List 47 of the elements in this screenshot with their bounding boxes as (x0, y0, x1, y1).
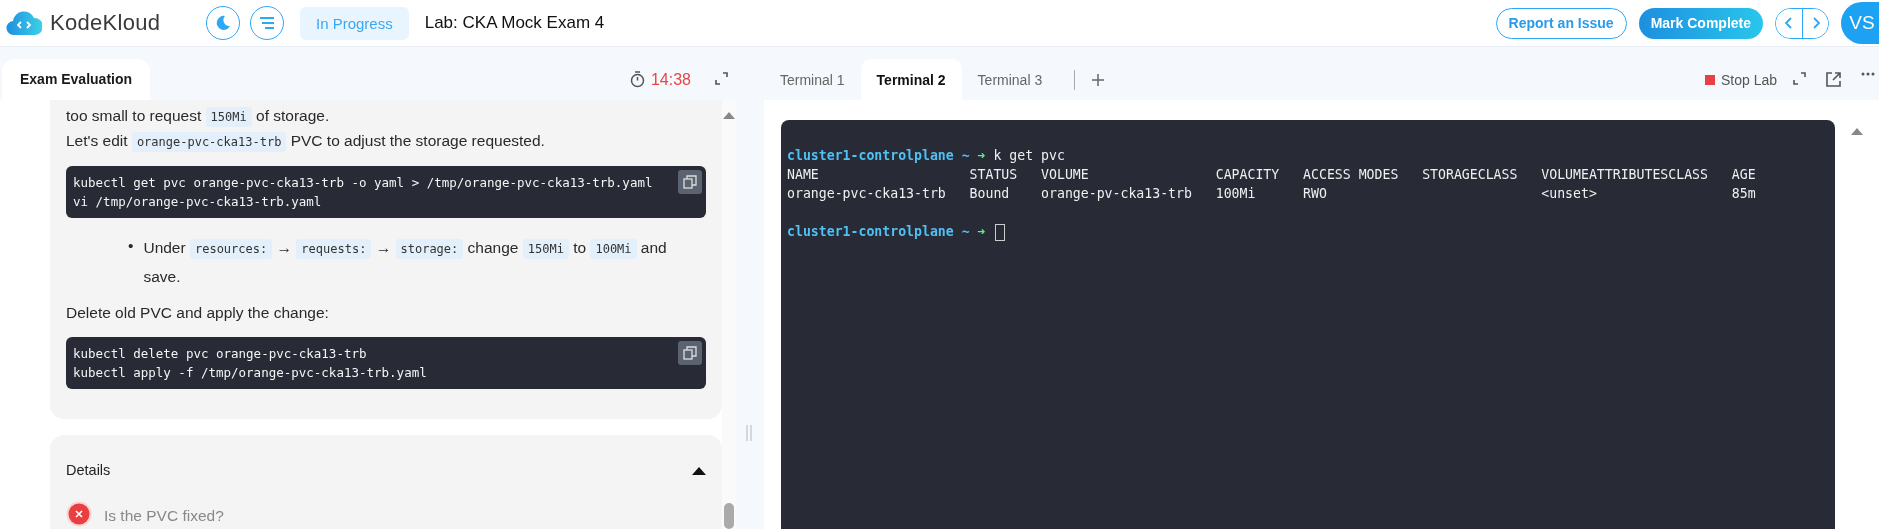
report-issue-button[interactable]: Report an Issue (1495, 7, 1627, 39)
countdown-timer: 14:38 (650, 70, 691, 89)
dark-mode-button[interactable] (206, 6, 240, 40)
menu-button[interactable] (250, 6, 284, 40)
next-button[interactable] (1802, 8, 1828, 38)
moon-icon (214, 14, 232, 32)
details-heading: Details (66, 462, 111, 478)
instruction-text: Delete old PVC and apply the change: (66, 303, 330, 323)
expand-icon[interactable] (1793, 72, 1806, 85)
open-external-icon[interactable] (1826, 72, 1841, 87)
instruction-bullet: Under resources: → requests: → storage: change 150Mi to 100Mi and save. (143, 238, 668, 287)
chevron-right-icon (1810, 16, 1821, 30)
terminal-tab[interactable]: Terminal 3 (961, 59, 1059, 100)
exam-evaluation-tab[interactable]: Exam Evaluation (2, 59, 151, 100)
chevron-left-icon (1784, 16, 1794, 30)
copy-icon (683, 346, 697, 360)
menu-icon (258, 16, 276, 30)
logo-text[interactable]: KodeKloud (50, 10, 161, 36)
instruction-text: too small to request 150Mi of storage. Let's edit orange-pvc-cka13-trb PVC to adjust the storage requested. (66, 104, 706, 154)
stopwatch-icon (629, 71, 645, 88)
code-block: kubectl get pvc orange-pvc-cka13-trb -o yaml > /tmp/orange-pvc-cka13-trb.yaml vi /tmp/orange-pvc-cka13-trb.yaml (66, 166, 706, 218)
status-badge: In Progress (300, 6, 409, 40)
terminal-output: NAME STATUS VOLUME CAPACITY ACCESS MODES STORAGECLASS VOLUMEATTRIBUTESCLASS AGE (787, 167, 1756, 182)
expand-icon[interactable] (715, 71, 728, 85)
check-question: Is the PVC fixed? (104, 507, 224, 525)
resize-handle-icon[interactable] (746, 425, 752, 441)
terminal-tab[interactable]: Terminal 2 (860, 59, 962, 100)
cloud-logo-icon (6, 10, 42, 36)
bullet-marker: • (128, 236, 134, 256)
terminal-command: k get pvc (992, 148, 1065, 163)
terminal-prompt: cluster1-controlplane ~ ➜ (787, 148, 986, 163)
lab-title: Lab: CKA Mock Exam 4 (424, 13, 606, 33)
collapse-caret-icon[interactable] (692, 467, 706, 475)
copy-icon (683, 175, 697, 189)
terminal-prompt: cluster1-controlplane ~ ➜ (787, 224, 986, 239)
scroll-up-icon[interactable] (722, 110, 736, 120)
copy-button[interactable] (678, 341, 702, 365)
plus-icon (1091, 72, 1106, 87)
scrollbar-thumb[interactable] (724, 503, 734, 529)
scroll-up-icon[interactable] (1850, 126, 1864, 136)
copy-button[interactable] (678, 170, 702, 194)
mark-complete-button[interactable]: Mark Complete (1638, 7, 1763, 39)
stop-lab-button[interactable]: Stop Lab (1704, 71, 1777, 88)
more-options-icon[interactable] (1861, 72, 1875, 76)
terminal-output: orange-pvc-cka13-trb Bound orange-pv-cka13-trb 100Mi RWO <unset> 85m (787, 186, 1756, 201)
code-block: kubectl delete pvc orange-pvc-cka13-trb kubectl apply -f /tmp/orange-pvc-cka13-trb.yaml (66, 337, 706, 389)
terminal-tab[interactable]: Terminal 1 (764, 59, 861, 100)
